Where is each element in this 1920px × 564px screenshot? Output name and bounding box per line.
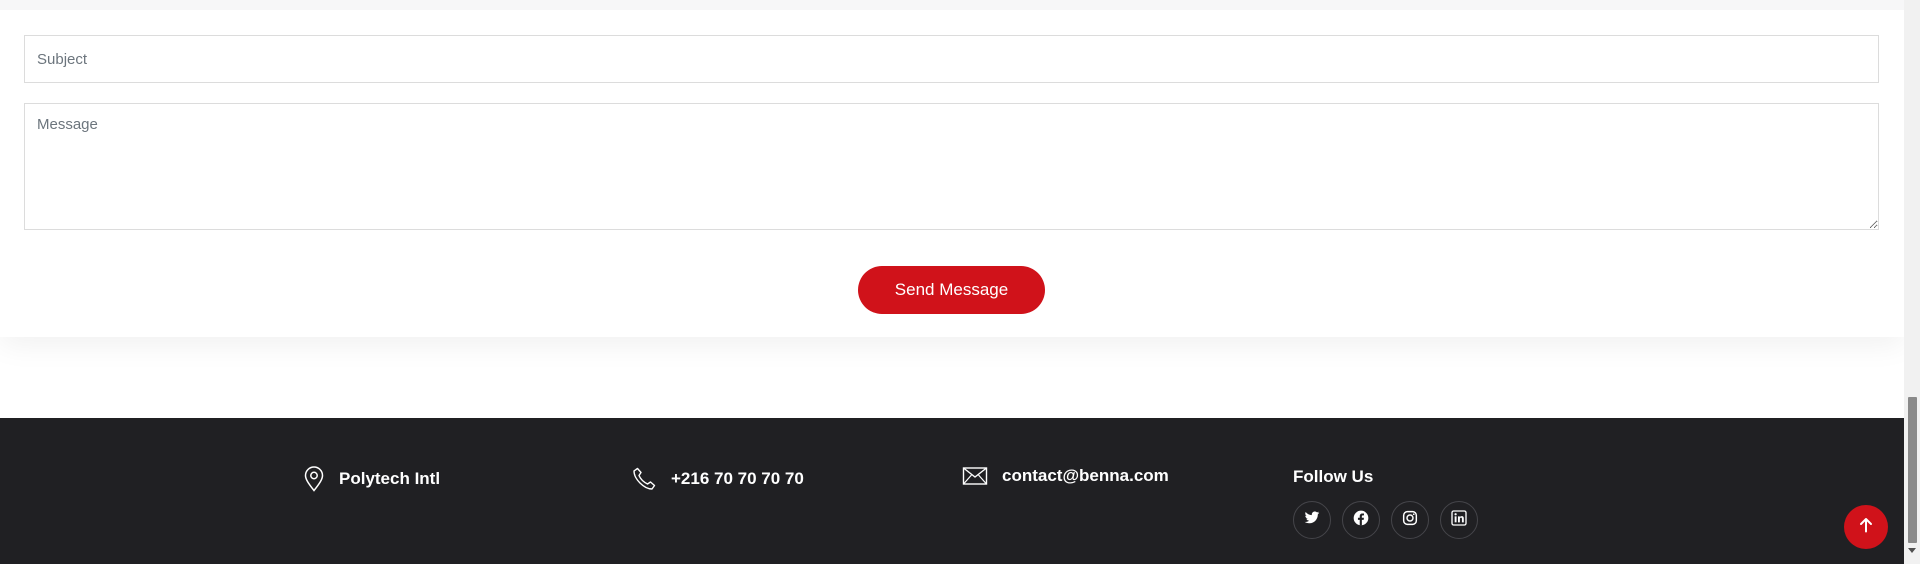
linkedin-icon — [1451, 509, 1467, 531]
scroll-to-top-button[interactable] — [1844, 505, 1888, 549]
arrow-up-icon — [1859, 517, 1873, 538]
footer-address-text: Polytech Intl — [339, 469, 441, 488]
send-message-button[interactable]: Send Message — [858, 266, 1045, 314]
facebook-link[interactable] — [1342, 501, 1380, 539]
twitter-icon — [1304, 510, 1320, 530]
facebook-icon — [1353, 510, 1369, 531]
twitter-link[interactable] — [1293, 501, 1331, 539]
footer-phone-text: +216 70 70 70 70 — [671, 469, 804, 488]
social-links — [1293, 501, 1478, 539]
footer-email-text[interactable]: contact@benna.com — [1002, 466, 1169, 486]
footer-address: Polytech Intl — [303, 466, 440, 492]
linkedin-link[interactable] — [1440, 501, 1478, 539]
scroll-down-arrow-icon[interactable] — [1908, 548, 1916, 553]
page: Send Message Polytech Intl +216 70 70 70… — [0, 0, 1904, 564]
contact-form-card: Send Message — [0, 0, 1904, 337]
footer: Polytech Intl +216 70 70 70 70 contact@b… — [0, 418, 1904, 564]
message-textarea[interactable] — [24, 103, 1879, 230]
location-pin-icon — [303, 466, 325, 492]
scrollbar-thumb[interactable] — [1908, 397, 1917, 543]
footer-phone: +216 70 70 70 70 — [631, 466, 804, 492]
instagram-link[interactable] — [1391, 501, 1429, 539]
instagram-icon — [1402, 510, 1418, 531]
follow-us-title: Follow Us — [1293, 467, 1374, 486]
subject-input[interactable] — [24, 35, 1879, 83]
follow-us-section: Follow Us — [1293, 467, 1478, 539]
phone-icon — [631, 466, 657, 492]
footer-email: contact@benna.com — [962, 466, 1169, 486]
envelope-icon — [962, 466, 988, 486]
section-divider — [0, 0, 1904, 10]
page-scrollbar[interactable] — [1904, 0, 1920, 564]
